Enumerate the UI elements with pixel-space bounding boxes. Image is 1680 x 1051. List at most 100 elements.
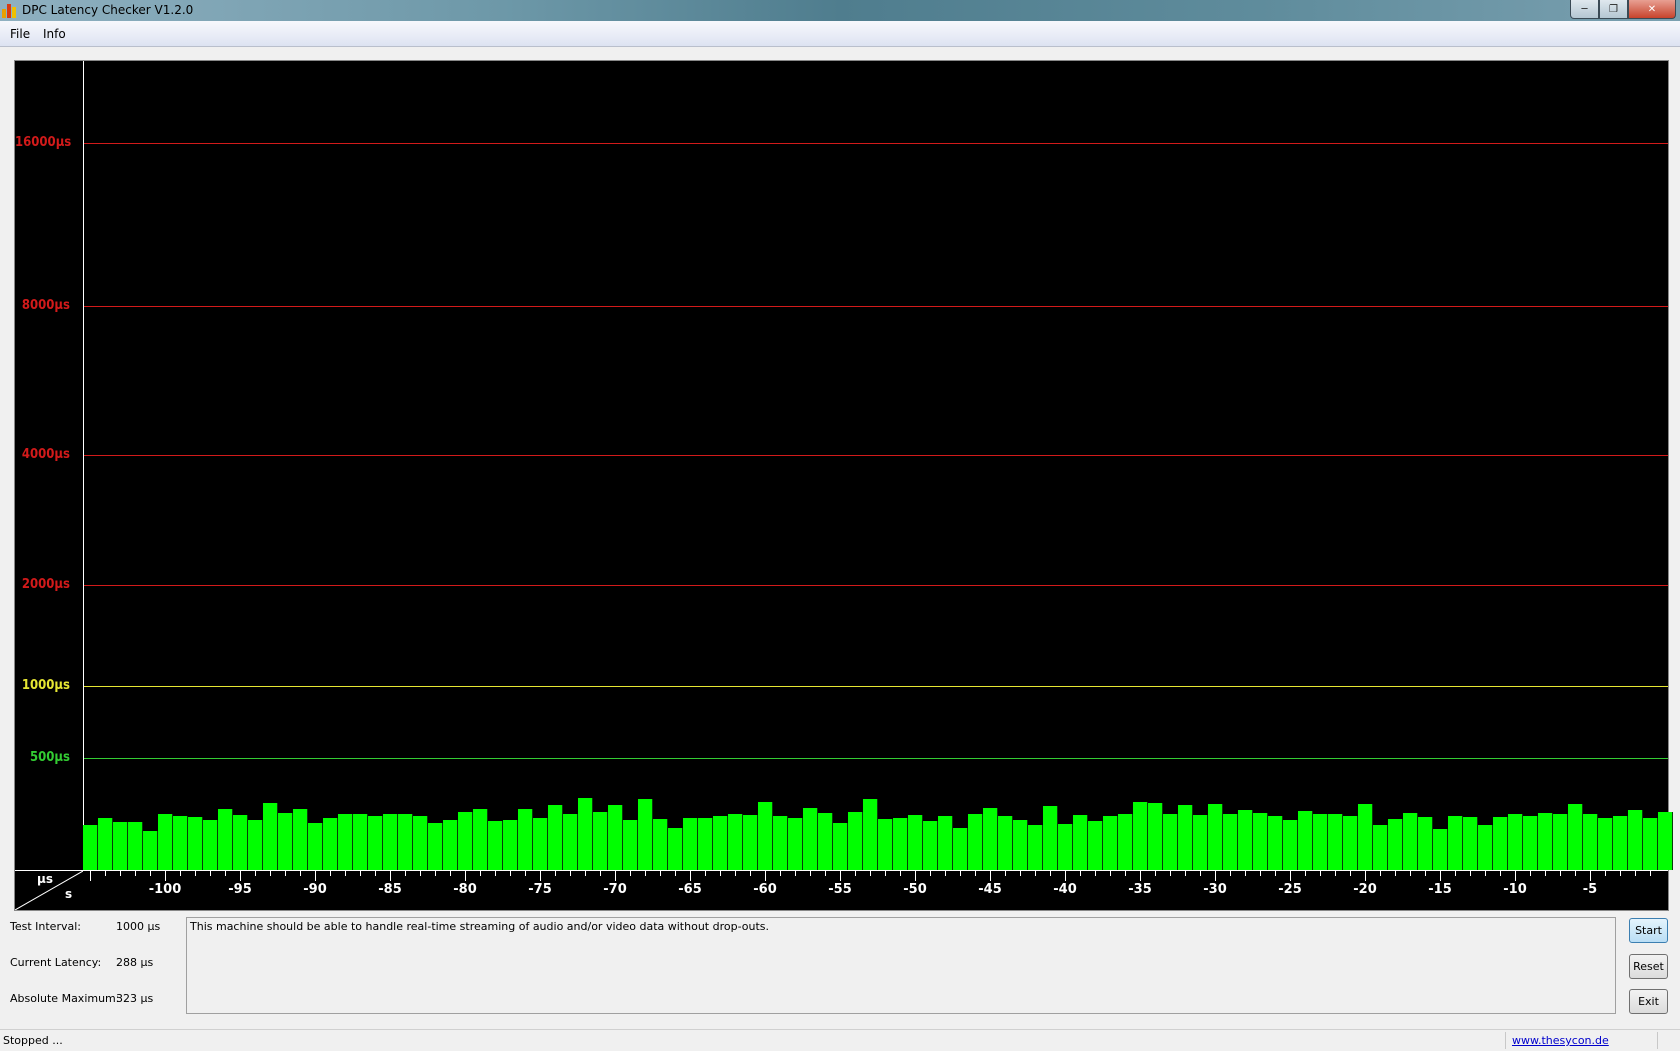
bar	[848, 811, 863, 870]
maximize-button[interactable]: ❐	[1599, 0, 1628, 19]
bar	[1238, 809, 1253, 870]
x-tick	[990, 871, 991, 881]
x-tick	[900, 871, 901, 876]
x-unit-label: s	[65, 887, 73, 901]
x-tick	[1410, 871, 1411, 876]
bar	[263, 802, 278, 870]
x-tick	[735, 871, 736, 876]
bar	[1103, 816, 1118, 870]
bar	[938, 816, 953, 870]
bar	[1163, 813, 1178, 870]
bar	[668, 827, 683, 870]
x-tick	[1290, 871, 1291, 881]
status-divider	[1505, 1032, 1506, 1049]
x-tick	[1530, 871, 1531, 876]
x-tick	[885, 871, 886, 876]
current-latency-value: 288 µs	[116, 956, 154, 969]
x-tick	[645, 871, 646, 876]
bar	[683, 818, 698, 870]
bar	[998, 816, 1013, 870]
x-tick	[1470, 871, 1471, 876]
x-tick	[930, 871, 931, 876]
bar	[218, 809, 233, 870]
window-title: DPC Latency Checker V1.2.0	[22, 3, 194, 17]
x-tick	[1590, 871, 1591, 881]
exit-button[interactable]: Exit	[1629, 989, 1668, 1014]
close-button[interactable]: ✕	[1628, 0, 1676, 19]
x-tick-label: -50	[903, 882, 927, 897]
gridline-8000	[84, 306, 1668, 307]
x-tick-label: -85	[378, 882, 402, 897]
bar	[1208, 803, 1223, 870]
bar	[1088, 820, 1103, 870]
x-tick	[1605, 871, 1606, 876]
x-tick	[165, 871, 166, 881]
close-icon: ✕	[1647, 3, 1657, 15]
website-link[interactable]: www.thesycon.de	[1512, 1034, 1609, 1047]
gridline-1000	[84, 686, 1668, 687]
bar	[1178, 805, 1193, 870]
x-tick	[750, 871, 751, 876]
bar	[1133, 801, 1148, 870]
x-tick	[1020, 871, 1021, 876]
gridline-500	[84, 758, 1668, 759]
bar	[908, 815, 923, 870]
bar	[158, 813, 173, 870]
bar	[1448, 816, 1463, 870]
x-tick	[1485, 871, 1486, 876]
bar	[1388, 818, 1403, 870]
x-tick	[1575, 871, 1576, 876]
x-tick	[615, 871, 616, 881]
y-tick-label: 4000µs	[21, 447, 70, 462]
x-tick	[1275, 871, 1276, 876]
bar	[953, 827, 968, 870]
menu-info[interactable]: Info	[43, 27, 66, 41]
bar	[1148, 802, 1163, 870]
x-tick	[1260, 871, 1261, 876]
bar	[338, 813, 353, 870]
x-tick	[120, 871, 121, 876]
x-tick	[945, 871, 946, 876]
bar	[248, 819, 263, 870]
bar	[188, 817, 203, 870]
y-axis	[83, 61, 84, 871]
bar-chart-icon	[2, 3, 18, 18]
bar	[1268, 816, 1283, 870]
x-tick	[630, 871, 631, 876]
x-tick	[855, 871, 856, 876]
x-tick	[135, 871, 136, 876]
x-tick	[765, 871, 766, 881]
absolute-maximum-label: Absolute Maximum:	[10, 992, 120, 1005]
x-tick	[210, 871, 211, 876]
bar	[1223, 814, 1238, 870]
start-button[interactable]: Start	[1629, 918, 1668, 943]
bar	[1478, 825, 1493, 870]
reset-button[interactable]: Reset	[1629, 954, 1668, 979]
bar	[98, 818, 113, 870]
x-tick-label: -55	[828, 882, 852, 897]
x-tick	[255, 871, 256, 876]
x-tick	[975, 871, 976, 876]
minimize-button[interactable]: ─	[1570, 0, 1599, 19]
bar	[518, 809, 533, 870]
x-tick	[285, 871, 286, 876]
bar	[428, 822, 443, 870]
bar	[1553, 813, 1568, 870]
x-tick-label: -10	[1503, 882, 1527, 897]
bar	[173, 816, 188, 870]
x-tick	[1545, 871, 1546, 876]
current-latency-label: Current Latency:	[10, 956, 102, 969]
x-tick	[270, 871, 271, 876]
bar	[578, 797, 593, 870]
x-tick	[345, 871, 346, 876]
x-tick-label: -95	[228, 882, 252, 897]
x-tick	[420, 871, 421, 876]
x-tick	[1335, 871, 1336, 876]
menu-file[interactable]: File	[10, 27, 30, 41]
x-tick	[195, 871, 196, 876]
x-tick-label: -40	[1053, 882, 1077, 897]
bar	[1658, 811, 1673, 870]
x-tick	[360, 871, 361, 876]
x-tick-label: -30	[1203, 882, 1227, 897]
x-tick	[150, 871, 151, 876]
